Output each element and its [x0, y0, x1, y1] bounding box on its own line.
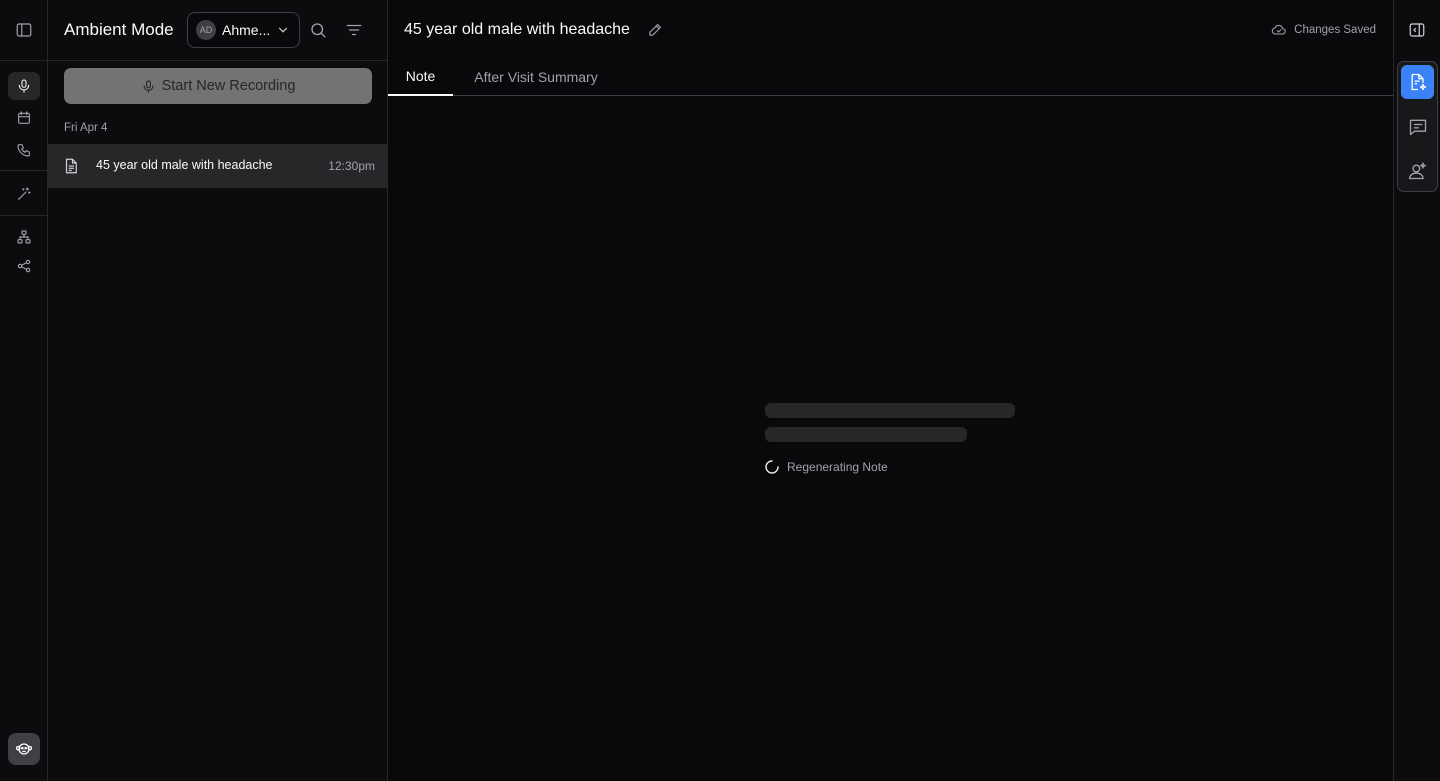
date-group-label: Fri Apr 4: [64, 122, 108, 134]
loading-skeleton-line: [765, 427, 967, 442]
sessions-header: Ambient Mode AD Ahme...: [48, 0, 387, 61]
rail-divider: [0, 170, 47, 171]
document-icon: [62, 156, 80, 176]
save-status: Changes Saved: [1270, 22, 1376, 38]
session-list-item[interactable]: 45 year old male with headache 12:30pm: [48, 144, 387, 188]
session-title: 45 year old male with headache: [96, 158, 273, 172]
search-icon: [309, 21, 327, 39]
search-button[interactable]: [306, 18, 330, 42]
provider-select[interactable]: AD Ahme...: [187, 12, 300, 48]
start-recording-label: Start New Recording: [161, 78, 296, 94]
loading-indicator: Regenerating Note: [764, 459, 888, 475]
chevron-down-icon: [276, 23, 290, 37]
panel-title: Ambient Mode: [64, 20, 174, 39]
microphone-icon: [16, 78, 32, 94]
nav-ambient-button[interactable]: [8, 72, 40, 100]
tab-note[interactable]: Note: [388, 58, 453, 96]
save-status-text: Changes Saved: [1294, 24, 1376, 36]
microphone-icon: [141, 79, 156, 94]
patient-ai-icon: [1408, 161, 1428, 181]
sidebar-toggle-icon: [15, 21, 33, 39]
cloud-check-icon: [1270, 22, 1288, 38]
nav-phone-button[interactable]: [8, 136, 40, 164]
panel-collapse-icon: [1408, 21, 1426, 39]
user-avatar-button[interactable]: [8, 733, 40, 765]
hierarchy-icon: [16, 229, 32, 245]
chat-button[interactable]: [1401, 110, 1434, 144]
loading-skeleton-line: [765, 403, 1015, 418]
spinner-icon: [764, 459, 780, 475]
tool-group: [1397, 61, 1438, 192]
rail-divider: [0, 60, 47, 61]
nav-magic-button[interactable]: [8, 180, 40, 208]
start-recording-button[interactable]: Start New Recording: [64, 68, 372, 104]
note-ai-button[interactable]: [1401, 65, 1434, 99]
sessions-panel: Ambient Mode AD Ahme... Start New Record…: [48, 0, 388, 781]
patient-ai-button[interactable]: [1401, 154, 1434, 188]
nav-hierarchy-button[interactable]: [8, 223, 40, 251]
sidebar-toggle-button[interactable]: [8, 16, 40, 44]
provider-name: Ahme...: [222, 22, 270, 38]
provider-initials: AD: [196, 20, 216, 40]
nav-calendar-button[interactable]: [8, 104, 40, 132]
app-window: Ambient Mode AD Ahme... Start New Record…: [0, 0, 1440, 781]
collapse-panel-button[interactable]: [1405, 18, 1429, 42]
filter-button[interactable]: [342, 18, 366, 42]
page-title: 45 year old male with headache: [404, 21, 630, 38]
session-time: 12:30pm: [328, 159, 375, 173]
filter-icon: [345, 21, 363, 39]
tab-after-visit-summary[interactable]: After Visit Summary: [453, 58, 619, 96]
loading-text: Regenerating Note: [787, 460, 888, 474]
note-tabs: Note After Visit Summary: [388, 58, 1393, 96]
magic-wand-icon: [16, 186, 32, 202]
chat-icon: [1408, 117, 1428, 137]
left-nav-rail: [0, 0, 48, 781]
monkey-avatar-icon: [14, 739, 34, 759]
phone-icon: [16, 142, 32, 158]
edit-title-icon[interactable]: [647, 21, 664, 38]
nav-share-button[interactable]: [8, 252, 40, 280]
share-icon: [16, 258, 32, 274]
rail-divider: [0, 215, 47, 216]
note-editor: 45 year old male with headache Changes S…: [388, 0, 1393, 781]
note-ai-icon: [1408, 72, 1428, 92]
right-tool-rail: [1393, 0, 1440, 781]
calendar-icon: [16, 110, 32, 126]
